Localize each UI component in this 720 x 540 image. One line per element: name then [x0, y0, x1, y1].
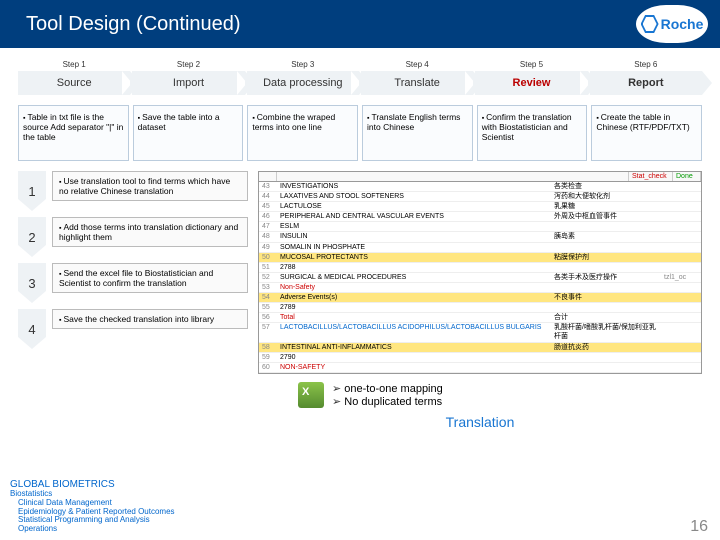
page-number: 16: [690, 518, 708, 536]
table-row: 46PERIPHERAL AND CENTRAL VASCULAR EVENTS…: [259, 212, 701, 222]
table-row: 52SURGICAL & MEDICAL PROCEDURES各类手术及医疗操作…: [259, 273, 701, 283]
table-row: 57LACTOBACILLUS/LACTOBACILLUS ACIDOPHILU…: [259, 323, 701, 342]
table-row: 56Total合计: [259, 313, 701, 323]
table-row: 49SOMALIN IN PHOSPHATE: [259, 243, 701, 253]
substep-box-1: Use translation tool to find terms which…: [52, 171, 248, 201]
desc-import: Save the table into a dataset: [133, 105, 244, 161]
step-review: Review: [475, 71, 587, 95]
step-import: Import: [132, 71, 244, 95]
table-row: 592790: [259, 353, 701, 363]
table-row: 44LAXATIVES AND STOOL SOFTENERS泻药和大便软化剂: [259, 192, 701, 202]
table-row: 53Non-Safety: [259, 283, 701, 293]
desc-review: Confirm the translation with Biostatisti…: [477, 105, 588, 161]
substep-num-3: 3: [18, 263, 46, 303]
translation-label: Translation: [258, 414, 702, 430]
desc-processing: Combine the wraped terms into one line: [247, 105, 358, 161]
substep-box-4: Save the checked translation into librar…: [52, 309, 248, 329]
table-row: 60NON-SAFETY: [259, 363, 701, 373]
mapping-2: No duplicated terms: [332, 395, 443, 408]
table-row: 45LACTULOSE乳果糖: [259, 202, 701, 212]
substep-num-2: 2: [18, 217, 46, 257]
substep-num-1: 1: [18, 171, 46, 211]
desc-source: Table in txt file is the source Add sepa…: [18, 105, 129, 161]
desc-row: Table in txt file is the source Add sepa…: [0, 99, 720, 167]
table-row: 54Adverse Events(s)不良事件: [259, 293, 701, 303]
translation-table: Stat_checkDone 43INVESTIGATIONS各类检查44LAX…: [258, 171, 702, 374]
desc-translate: Translate English terms into Chinese: [362, 105, 473, 161]
table-row: 43INVESTIGATIONS各类检查: [259, 182, 701, 192]
substep-num-4: 4: [18, 309, 46, 349]
substep-box-3: Send the excel file to Biostatistician a…: [52, 263, 248, 293]
table-row: 47ESLM: [259, 222, 701, 232]
substep-box-2: Add those terms into translation diction…: [52, 217, 248, 247]
mapping-1: one-to-one mapping: [332, 382, 443, 395]
substeps-column: 1Use translation tool to find terms whic…: [18, 171, 248, 430]
table-row: 50MUCOSAL PROTECTANTS粘膜保护剂: [259, 253, 701, 263]
slide-header: Tool Design (Continued) Roche: [0, 0, 720, 48]
mapping-row: one-to-one mapping No duplicated terms: [298, 382, 702, 408]
table-row: 48INSULIN胰岛素: [259, 232, 701, 242]
table-row: 58INTESTINAL ANTI-INFLAMMATICS肠道抗炎药: [259, 343, 701, 353]
footer: GLOBAL BIOMETRICS Biostatistics Clinical…: [10, 479, 175, 534]
desc-report: Create the table in Chinese (RTF/PDF/TXT…: [591, 105, 702, 161]
slide-title: Tool Design (Continued): [26, 13, 241, 36]
step-report: Report: [590, 71, 702, 95]
step-data-processing: Data processing: [247, 71, 359, 95]
step-translate: Translate: [361, 71, 473, 95]
steps-row: Step 1Source Step 2Import Step 3Data pro…: [0, 48, 720, 99]
table-row: 512788: [259, 263, 701, 273]
step-source: Source: [18, 71, 130, 95]
roche-logo: Roche: [636, 5, 708, 43]
hexagon-icon: [641, 15, 659, 33]
table-row: 552789: [259, 303, 701, 313]
excel-icon: [298, 382, 324, 408]
